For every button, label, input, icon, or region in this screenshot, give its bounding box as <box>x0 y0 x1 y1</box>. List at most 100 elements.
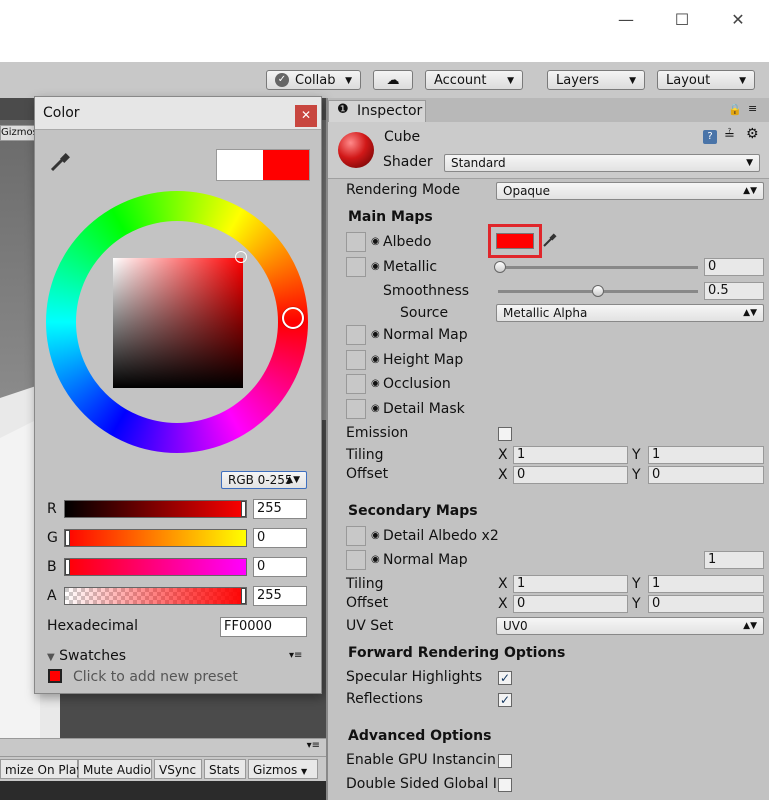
gpu-instancing-checkbox[interactable] <box>498 754 512 768</box>
green-value-field[interactable]: 0 <box>253 528 307 548</box>
slider-handle[interactable] <box>241 588 246 604</box>
slider-handle[interactable] <box>65 530 70 546</box>
color-mode-dropdown[interactable]: RGB 0-255 ▲▼ <box>221 471 307 489</box>
gear-icon[interactable]: ⚙ <box>746 126 759 142</box>
occlusion-texture-slot[interactable] <box>346 374 366 394</box>
gizmos-tab[interactable]: Gizmos <box>0 125 38 141</box>
detail-mask-texture-slot[interactable] <box>346 399 366 419</box>
channel-label-g: G <box>47 530 58 546</box>
gpu-instancing-label: Enable GPU Instancin <box>346 752 496 768</box>
slider-handle[interactable] <box>494 261 506 273</box>
blue-slider[interactable] <box>64 558 247 576</box>
uv-set-dropdown[interactable]: UV0 ▲▼ <box>496 617 764 635</box>
gizmos-button[interactable]: Gizmos ▼ <box>248 759 318 779</box>
red-slider[interactable] <box>64 500 247 518</box>
menu-icon[interactable]: ≡ <box>748 102 757 115</box>
normal-map-texture-slot[interactable] <box>346 325 366 345</box>
texture-picker-icon[interactable]: ◉ <box>371 403 380 414</box>
blue-value-field[interactable]: 0 <box>253 557 307 577</box>
smoothness-label: Smoothness <box>383 283 470 299</box>
swatches-menu-icon[interactable]: ▾≡ <box>289 650 302 661</box>
hex-value-field[interactable]: FF0000 <box>220 617 307 637</box>
texture-picker-icon[interactable]: ◉ <box>371 530 380 541</box>
main-toolbar: ✓ Collab ▼ ☁ Account ▼ Layers ▼ Layout ▼ <box>0 62 769 99</box>
texture-picker-icon[interactable]: ◉ <box>371 236 380 247</box>
shader-dropdown[interactable]: Standard ▼ <box>444 154 760 172</box>
secondary-tiling-label: Tiling <box>346 576 384 592</box>
source-dropdown[interactable]: Metallic Alpha ▲▼ <box>496 304 764 322</box>
emission-label: Emission <box>346 425 409 441</box>
cloud-button[interactable]: ☁ <box>373 70 413 90</box>
height-map-texture-slot[interactable] <box>346 350 366 370</box>
albedo-color-field[interactable] <box>496 233 534 249</box>
secondary-offset-x-field[interactable]: 0 <box>513 595 628 613</box>
metallic-slider[interactable] <box>494 261 698 273</box>
slider-handle[interactable] <box>592 285 604 297</box>
metallic-value-field[interactable]: 0 <box>704 258 764 276</box>
uv-set-label: UV Set <box>346 618 394 634</box>
swatches-header[interactable]: ▼ Swatches <box>47 648 126 664</box>
close-icon[interactable]: ✕ <box>295 105 317 127</box>
minimize-icon[interactable]: — <box>614 10 638 30</box>
maximize-icon[interactable]: ☐ <box>670 10 694 30</box>
layers-button[interactable]: Layers ▼ <box>547 70 645 90</box>
texture-picker-icon[interactable]: ◉ <box>371 354 380 365</box>
alpha-value-field[interactable]: 255 <box>253 586 307 606</box>
stats-button[interactable]: Stats <box>204 759 246 779</box>
add-preset-label[interactable]: Click to add new preset <box>73 669 238 685</box>
texture-picker-icon[interactable]: ◉ <box>371 554 380 565</box>
red-value-field[interactable]: 255 <box>253 499 307 519</box>
preset-swatch[interactable] <box>48 669 62 683</box>
smoothness-slider[interactable] <box>498 285 698 297</box>
secondary-tiling-x-field[interactable]: 1 <box>513 575 628 593</box>
texture-picker-icon[interactable]: ◉ <box>371 261 380 272</box>
tab-inspector[interactable]: ❶ Inspector <box>328 100 426 123</box>
detail-albedo-texture-slot[interactable] <box>346 526 366 546</box>
alpha-slider[interactable] <box>64 587 247 605</box>
offset-x-field[interactable]: 0 <box>513 466 628 484</box>
account-button[interactable]: Account ▼ <box>425 70 523 90</box>
lock-icon[interactable]: 🔒 <box>728 103 742 116</box>
tiling-x-field[interactable]: 1 <box>513 446 628 464</box>
green-slider[interactable] <box>64 529 247 547</box>
uv-set-value: UV0 <box>503 619 528 633</box>
mute-audio-button[interactable]: Mute Audio <box>78 759 152 779</box>
vsync-button[interactable]: VSync <box>154 759 202 779</box>
layout-button[interactable]: Layout ▼ <box>657 70 755 90</box>
color-picker-header: Color ✕ <box>35 97 321 130</box>
eyedropper-icon[interactable] <box>49 151 71 173</box>
double-sided-gi-checkbox[interactable] <box>498 778 512 792</box>
specular-highlights-checkbox[interactable]: ✓ <box>498 671 512 685</box>
secondary-normal-texture-slot[interactable] <box>346 550 366 570</box>
albedo-texture-slot[interactable] <box>346 232 366 252</box>
texture-picker-icon[interactable]: ◉ <box>371 329 380 340</box>
offset-y-field[interactable]: 0 <box>648 466 764 484</box>
collab-button[interactable]: ✓ Collab ▼ <box>266 70 361 90</box>
texture-picker-icon[interactable]: ◉ <box>371 378 380 389</box>
maximize-on-play-button[interactable]: mize On Play <box>0 759 83 779</box>
rendering-mode-dropdown[interactable]: Opaque ▲▼ <box>496 182 764 200</box>
material-header: Cube Shader Standard ▼ ? ≟ ⚙ <box>328 122 769 179</box>
menu-icon[interactable]: ▾≡ <box>307 740 320 751</box>
eyedropper-icon[interactable] <box>542 232 558 248</box>
secondary-tiling-y-field[interactable]: 1 <box>648 575 764 593</box>
emission-checkbox[interactable] <box>498 427 512 441</box>
metallic-texture-slot[interactable] <box>346 257 366 277</box>
slider-handle[interactable] <box>65 559 70 575</box>
smoothness-value-field[interactable]: 0.5 <box>704 282 764 300</box>
layers-label: Layers <box>556 73 600 88</box>
previous-color-swatch[interactable] <box>217 150 263 180</box>
close-window-icon[interactable]: ✕ <box>726 10 750 30</box>
saturation-value-box[interactable] <box>113 251 247 388</box>
help-icon[interactable]: ? <box>703 130 717 144</box>
secondary-normal-scale-field[interactable]: 1 <box>704 551 764 569</box>
tiling-y-field[interactable]: 1 <box>648 446 764 464</box>
source-value: Metallic Alpha <box>503 306 588 320</box>
sv-selector[interactable] <box>235 251 247 263</box>
secondary-offset-y-field[interactable]: 0 <box>648 595 764 613</box>
color-preview <box>216 149 310 181</box>
preset-icon[interactable]: ≟ <box>724 128 735 143</box>
reflections-checkbox[interactable]: ✓ <box>498 693 512 707</box>
hue-selector[interactable] <box>282 307 304 329</box>
slider-handle[interactable] <box>241 501 246 517</box>
